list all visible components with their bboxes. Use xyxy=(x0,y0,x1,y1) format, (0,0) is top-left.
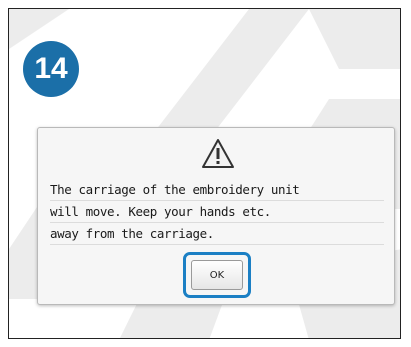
ok-button[interactable]: OK xyxy=(191,260,243,290)
step-number-badge: 14 xyxy=(23,41,79,97)
warning-dialog: The carriage of the embroidery unit will… xyxy=(37,127,395,305)
warning-triangle-icon xyxy=(202,139,234,168)
message-line-3: away from the carriage. xyxy=(50,224,384,245)
screenshot-frame: 14 The carriage of the embroidery unit w… xyxy=(8,8,401,339)
message-line-2: will move. Keep your hands etc. xyxy=(50,202,384,223)
message-line-1: The carriage of the embroidery unit xyxy=(50,180,384,201)
